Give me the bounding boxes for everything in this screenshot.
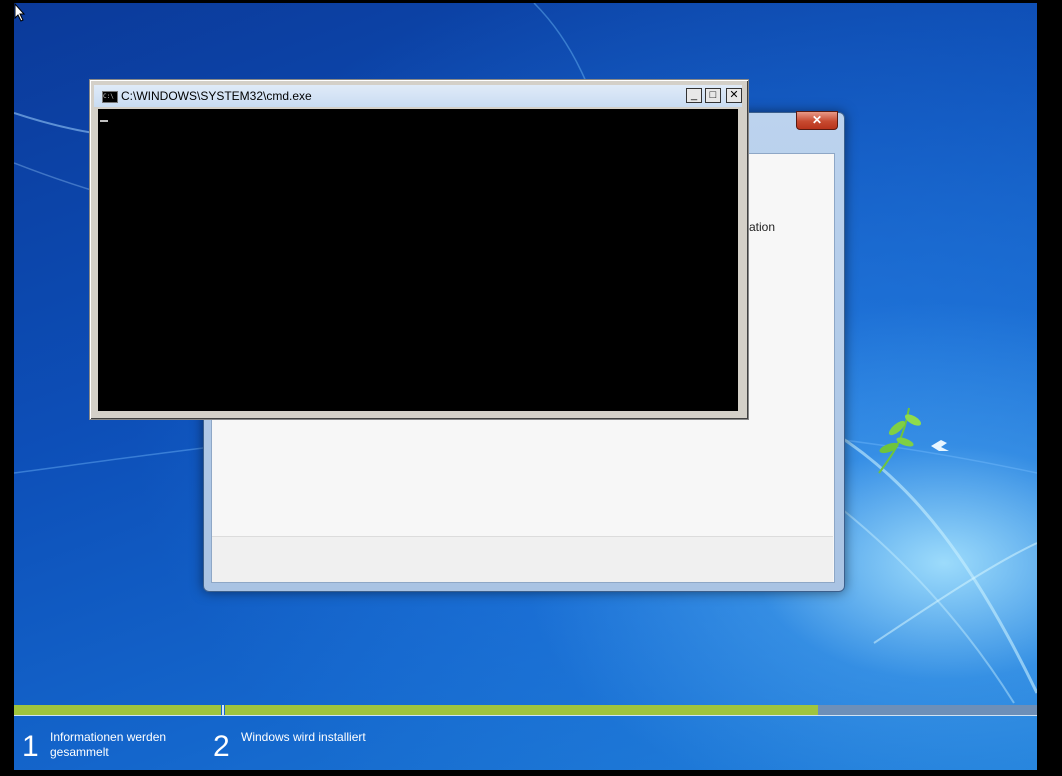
window-title: C:\WINDOWS\SYSTEM32\cmd.exe [121, 89, 312, 103]
setup-partial-text: ation [749, 220, 776, 234]
progress-underline [14, 715, 1037, 716]
step-label: Windows wird installiert [241, 730, 366, 744]
mouse-pointer-icon [14, 3, 26, 22]
close-icon: ✕ [811, 113, 823, 127]
progress-step2-fill [225, 705, 818, 715]
progress-step2-track [225, 705, 1037, 715]
console-output-area[interactable] [98, 109, 738, 411]
step-label: Informationen werden gesammelt [50, 730, 167, 759]
text-cursor [100, 120, 108, 122]
plant-sprig-icon [878, 407, 949, 474]
step-number: 1 [22, 730, 39, 763]
setup-close-button[interactable]: ✕ [796, 111, 838, 130]
progress-step1-fill [14, 705, 221, 715]
progress-separator [222, 705, 224, 715]
step-number: 2 [213, 730, 230, 763]
setup-dialog-footer [212, 536, 833, 582]
maximize-icon: □ [709, 89, 717, 101]
setup-progress-bar [14, 705, 1037, 715]
maximize-button[interactable]: □ [705, 88, 721, 103]
cmd-window[interactable]: C:\ C:\WINDOWS\SYSTEM32\cmd.exe _ □ ✕ [89, 79, 749, 420]
console-icon[interactable]: C:\ [102, 91, 118, 103]
minimize-icon: _ [690, 89, 698, 101]
cmd-titlebar[interactable]: C:\ C:\WINDOWS\SYSTEM32\cmd.exe _ □ ✕ [94, 85, 742, 107]
minimize-button[interactable]: _ [686, 88, 702, 103]
close-icon: ✕ [729, 89, 739, 101]
close-button[interactable]: ✕ [726, 88, 742, 103]
